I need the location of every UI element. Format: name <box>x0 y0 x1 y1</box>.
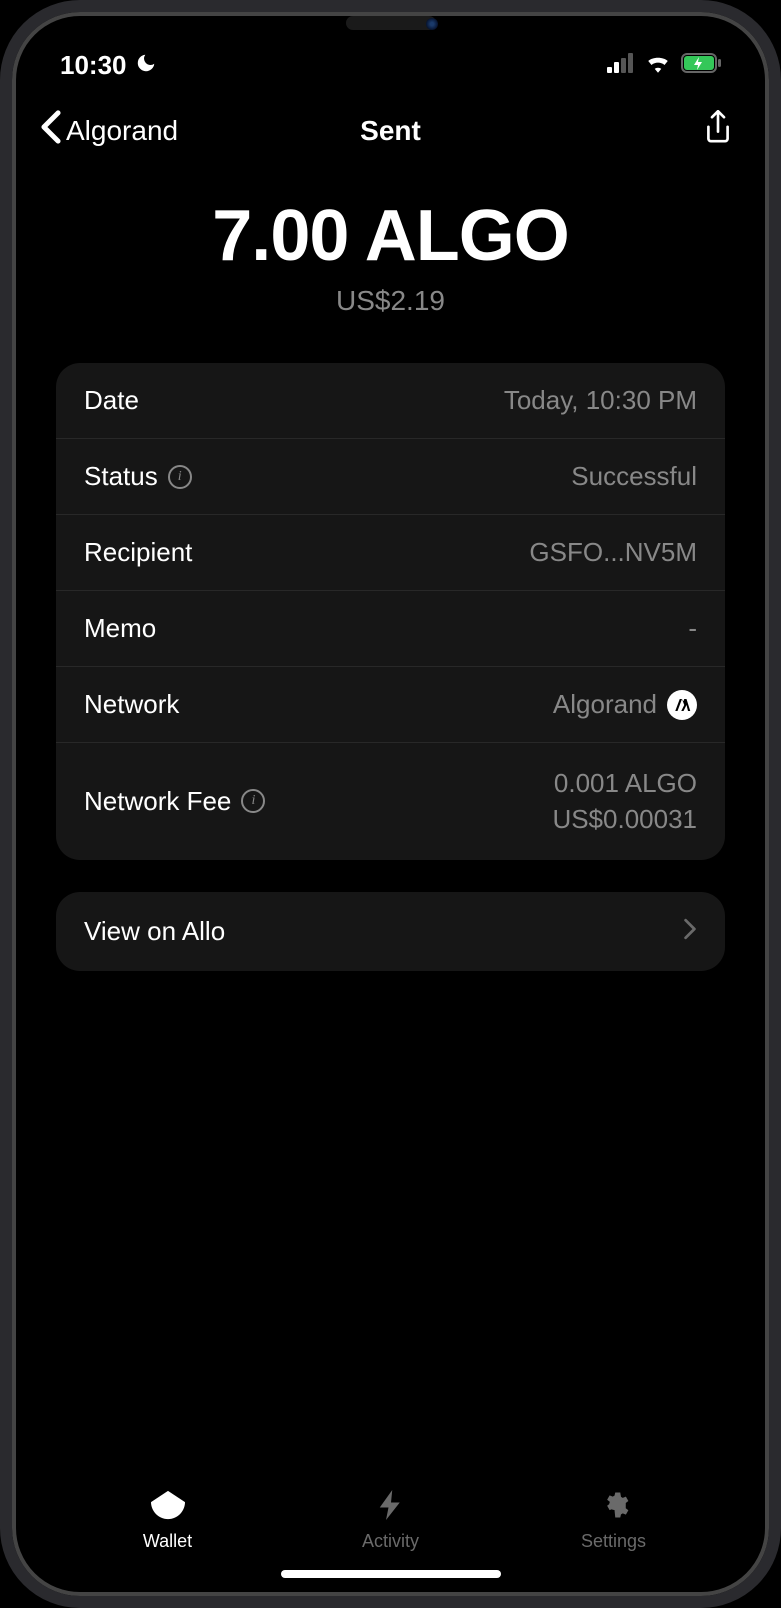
detail-value-secondary: US$0.00031 <box>552 801 697 837</box>
wallet-icon <box>151 1490 185 1525</box>
detail-label: Memo <box>84 613 156 644</box>
page-title: Sent <box>360 115 421 147</box>
amount-main: 7.00 ALGO <box>36 195 745 277</box>
tab-activity[interactable]: Activity <box>279 1490 502 1552</box>
detail-label: Network <box>84 689 179 720</box>
tab-settings[interactable]: Settings <box>502 1490 725 1552</box>
moon-icon <box>135 50 157 81</box>
chevron-left-icon <box>40 110 62 151</box>
cellular-icon <box>607 53 635 78</box>
detail-label: Recipient <box>84 537 192 568</box>
algorand-icon <box>667 690 697 720</box>
detail-value: GSFO...NV5M <box>529 537 697 568</box>
back-label: Algorand <box>66 115 178 147</box>
home-indicator[interactable] <box>281 1570 501 1578</box>
status-time: 10:30 <box>60 50 127 81</box>
battery-icon <box>681 53 721 78</box>
back-button[interactable]: Algorand <box>40 110 178 151</box>
gear-icon <box>599 1490 629 1525</box>
amount-sub: US$2.19 <box>36 285 745 317</box>
info-icon[interactable]: i <box>168 465 192 489</box>
detail-row-memo: Memo - <box>56 591 725 667</box>
detail-value: Algorand <box>553 689 657 720</box>
tab-label: Wallet <box>143 1531 192 1552</box>
detail-row-network-fee[interactable]: Network Fee i 0.001 ALGO US$0.00031 <box>56 743 725 860</box>
share-button[interactable] <box>703 110 733 151</box>
tab-wallet[interactable]: Wallet <box>56 1490 279 1552</box>
detail-row-recipient[interactable]: Recipient GSFO...NV5M <box>56 515 725 591</box>
nav-bar: Algorand Sent <box>16 86 765 159</box>
detail-value: Today, 10:30 PM <box>504 385 697 416</box>
detail-value: - <box>688 613 697 644</box>
view-label: View on Allo <box>84 916 225 947</box>
view-on-explorer-button[interactable]: View on Allo <box>56 892 725 971</box>
detail-value: Successful <box>571 461 697 492</box>
detail-value: 0.001 ALGO <box>552 765 697 801</box>
detail-label: Network Fee <box>84 786 231 817</box>
wifi-icon <box>645 53 671 78</box>
detail-row-network: Network Algorand <box>56 667 725 743</box>
tab-label: Activity <box>362 1531 419 1552</box>
info-icon[interactable]: i <box>241 789 265 813</box>
chevron-right-icon <box>683 916 697 947</box>
tab-label: Settings <box>581 1531 646 1552</box>
detail-row-status[interactable]: Status i Successful <box>56 439 725 515</box>
details-card: Date Today, 10:30 PM Status i Successful… <box>56 363 725 860</box>
detail-row-date: Date Today, 10:30 PM <box>56 363 725 439</box>
detail-label: Date <box>84 385 139 416</box>
detail-label: Status <box>84 461 158 492</box>
lightning-icon <box>378 1490 404 1525</box>
amount-section: 7.00 ALGO US$2.19 <box>16 159 765 327</box>
